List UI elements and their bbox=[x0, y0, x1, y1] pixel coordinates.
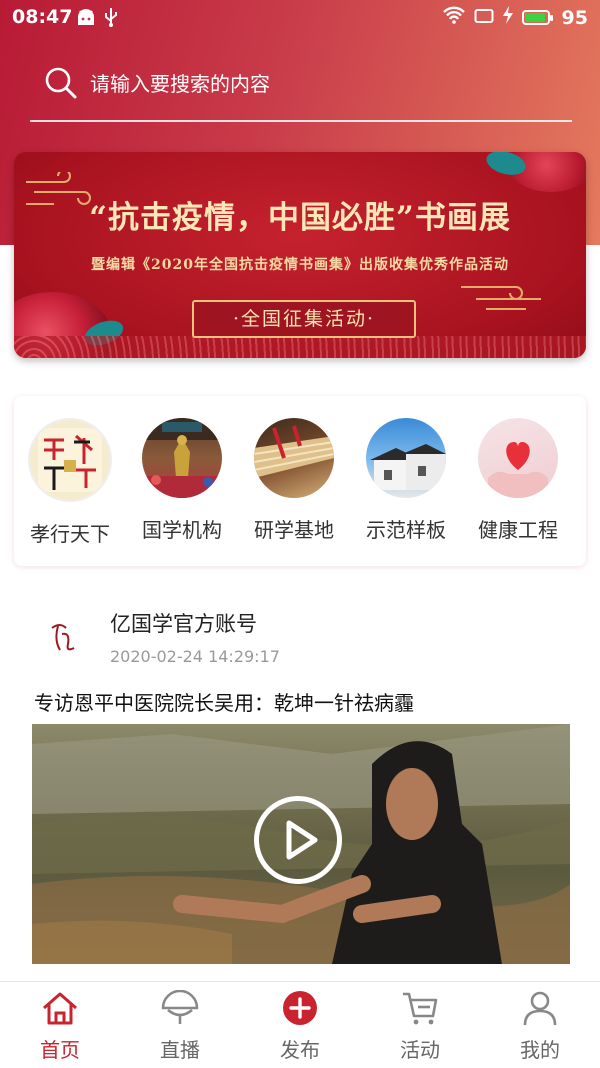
category-jiankang-gongcheng[interactable]: 健康工程 bbox=[462, 418, 574, 543]
charging-icon bbox=[502, 6, 514, 29]
banner-title: “抗击疫情，中国必胜”书画展 bbox=[89, 200, 511, 236]
category-label: 健康工程 bbox=[478, 518, 558, 542]
publish-plus-icon bbox=[283, 991, 317, 1025]
tab-label: 我的 bbox=[520, 1038, 560, 1062]
android-icon bbox=[76, 8, 96, 31]
category-label: 研学基地 bbox=[254, 518, 334, 542]
category-yanxue-jidi[interactable]: 研学基地 bbox=[238, 418, 350, 543]
category-label: 孝行天下 bbox=[30, 522, 110, 546]
confucius-statue-image bbox=[142, 418, 222, 498]
tab-label: 首页 bbox=[40, 1038, 80, 1062]
tab-label: 发布 bbox=[280, 1038, 320, 1062]
village-houses-image bbox=[366, 418, 446, 498]
tab-publish[interactable]: 发布 bbox=[250, 990, 350, 1063]
status-bar: 08:47 95 bbox=[0, 0, 600, 34]
bottom-tab-bar: 首页 直播 发布 活动 我的 bbox=[0, 981, 600, 1068]
post-title[interactable]: 专访恩平中医院院长吴用：乾坤一针祛病霾 bbox=[34, 687, 414, 716]
category-label: 示范样板 bbox=[366, 518, 446, 542]
search-input[interactable] bbox=[88, 68, 552, 100]
play-icon bbox=[286, 820, 318, 860]
status-time: 08:47 bbox=[12, 6, 73, 28]
cart-icon bbox=[403, 992, 438, 1025]
tab-home[interactable]: 首页 bbox=[10, 990, 110, 1063]
battery-icon bbox=[521, 10, 553, 25]
search-bar[interactable] bbox=[30, 58, 572, 122]
post-author-name[interactable]: 亿国学官方账号 bbox=[110, 608, 257, 638]
heart-hands-image bbox=[478, 418, 558, 498]
battery-level-fill bbox=[524, 13, 546, 22]
category-grid: 孝行天下 国学机构 研学基地 示范样板 健康工程 bbox=[14, 396, 586, 566]
tab-activity[interactable]: 活动 bbox=[370, 990, 470, 1063]
usb-icon bbox=[104, 7, 118, 32]
home-icon bbox=[43, 992, 77, 1025]
banner-subtitle: 暨编辑《2020年全国抗击疫情书画集》出版收集优秀作品活动 bbox=[91, 257, 509, 273]
cloud-pattern-icon-right bbox=[461, 286, 541, 310]
category-label: 国学机构 bbox=[142, 518, 222, 542]
tab-live[interactable]: 直播 bbox=[130, 989, 230, 1063]
category-shifan-yangban[interactable]: 示范样板 bbox=[350, 418, 462, 543]
banner-collect-button[interactable]: ·全国征集活动· bbox=[192, 300, 416, 338]
calligraphy-image bbox=[28, 418, 112, 502]
search-icon bbox=[44, 66, 78, 104]
tab-label: 直播 bbox=[160, 1038, 200, 1062]
wave-pattern bbox=[14, 336, 586, 358]
promo-banner[interactable]: “抗击疫情，中国必胜”书画展 暨编辑《2020年全国抗击疫情书画集》出版收集优秀… bbox=[14, 152, 586, 358]
video-thumbnail[interactable] bbox=[32, 724, 570, 964]
category-xiaoxing-tianxia[interactable]: 孝行天下 bbox=[14, 418, 126, 547]
play-button[interactable] bbox=[254, 796, 342, 884]
category-guoxue-jigou[interactable]: 国学机构 bbox=[126, 418, 238, 543]
tab-mine[interactable]: 我的 bbox=[490, 990, 590, 1063]
screen-icon bbox=[474, 7, 494, 29]
battery-level: 95 bbox=[561, 6, 588, 29]
tab-label: 活动 bbox=[400, 1038, 440, 1062]
wifi-icon bbox=[442, 6, 466, 29]
author-avatar[interactable] bbox=[40, 614, 86, 660]
study-base-image bbox=[254, 418, 334, 498]
live-fan-icon bbox=[161, 989, 199, 1024]
user-icon bbox=[523, 991, 557, 1026]
post-timestamp: 2020-02-24 14:29:17 bbox=[110, 647, 280, 666]
